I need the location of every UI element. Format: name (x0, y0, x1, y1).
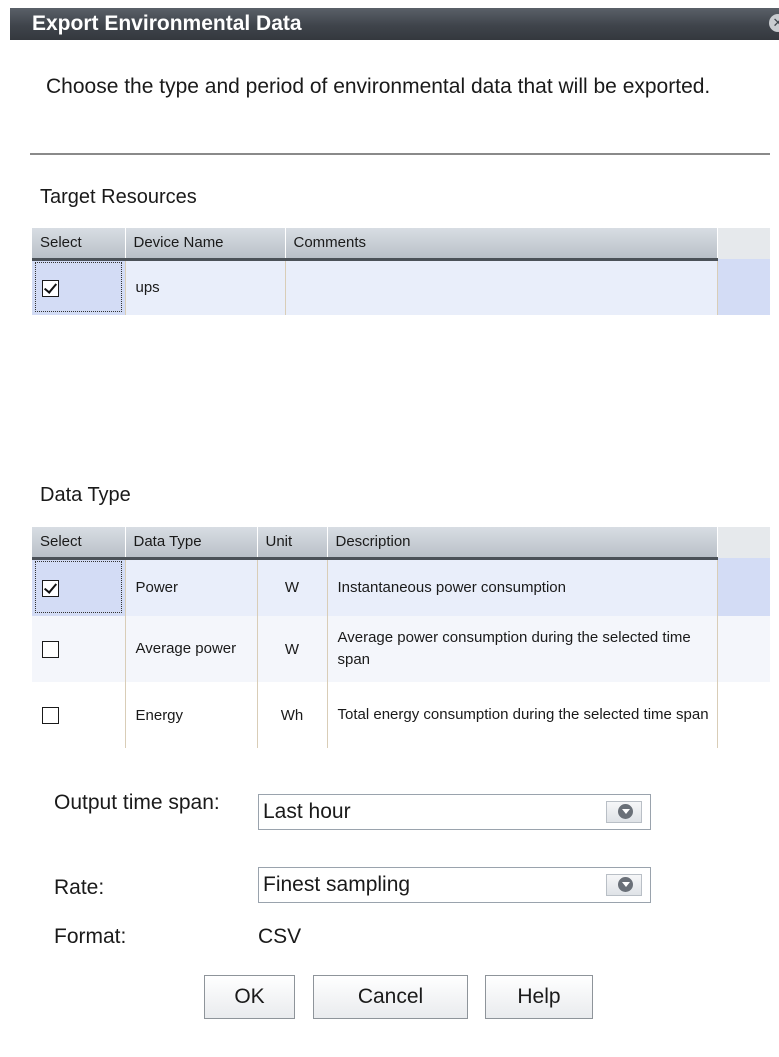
select-cell[interactable] (32, 558, 126, 616)
checkbox-average-power[interactable] (42, 640, 59, 658)
unit-cell: W (257, 616, 328, 682)
data-type-cell: Energy (125, 682, 258, 748)
header-spacer (717, 228, 770, 259)
close-icon[interactable]: ✕ (769, 14, 779, 32)
unit-cell: W (257, 558, 328, 616)
checkbox-ups[interactable] (42, 279, 59, 297)
rate-dropdown-button[interactable] (606, 874, 642, 896)
select-cell[interactable] (32, 616, 126, 682)
format-value: CSV (258, 925, 302, 948)
column-header-comments[interactable]: Comments (285, 228, 718, 261)
description-cell: Total energy consumption during the sele… (327, 682, 718, 748)
table-row[interactable]: Energy Wh Total energy consumption durin… (32, 682, 770, 748)
column-header-data-type[interactable]: Data Type (125, 527, 258, 560)
description-cell: Average power consumption during the sel… (327, 616, 718, 682)
time-span-dropdown-button[interactable] (606, 801, 642, 823)
time-span-value: Last hour (263, 800, 351, 823)
ok-button[interactable]: OK (204, 975, 295, 1019)
table-header-row: Select Device Name Comments (32, 228, 770, 261)
data-type-table: Select Data Type Unit Description Power … (32, 527, 770, 748)
description-cell: Instantaneous power consumption (327, 558, 718, 616)
column-header-device-name[interactable]: Device Name (125, 228, 286, 261)
target-resources-title: Target Resources (40, 186, 197, 208)
rate-select[interactable]: Finest sampling (258, 867, 651, 903)
time-span-select[interactable]: Last hour (258, 794, 651, 830)
rate-label: Rate: (54, 876, 105, 899)
table-row[interactable]: ups (32, 259, 770, 315)
unit-cell: Wh (257, 682, 328, 748)
column-header-select[interactable]: Select (32, 527, 126, 560)
divider (30, 153, 770, 155)
checkbox-energy[interactable] (42, 706, 59, 724)
row-spacer (717, 259, 770, 315)
row-spacer (717, 682, 770, 748)
table-header-row: Select Data Type Unit Description (32, 527, 770, 560)
dialog-title: Export Environmental Data (32, 12, 302, 35)
column-header-unit[interactable]: Unit (257, 527, 328, 560)
rate-value: Finest sampling (263, 873, 411, 896)
format-label: Format: (54, 925, 127, 948)
comments-cell (285, 259, 718, 315)
column-header-description[interactable]: Description (327, 527, 718, 560)
row-spacer (717, 558, 770, 616)
data-type-cell: Power (125, 558, 258, 616)
select-cell[interactable] (32, 259, 126, 315)
row-spacer (717, 616, 770, 682)
column-header-select[interactable]: Select (32, 228, 126, 261)
dialog-title-bar: Export Environmental Data ✕ (10, 8, 779, 40)
device-name-cell: ups (125, 259, 286, 315)
chevron-down-icon (618, 877, 633, 892)
dialog-intro-text: Choose the type and period of environmen… (46, 75, 711, 98)
time-span-label: Output time span: (54, 791, 220, 814)
cancel-button[interactable]: Cancel (313, 975, 468, 1019)
select-cell[interactable] (32, 682, 126, 748)
table-row[interactable]: Average power W Average power consumptio… (32, 616, 770, 682)
target-resources-table: Select Device Name Comments ups (32, 228, 770, 315)
header-spacer (717, 527, 770, 558)
checkbox-power[interactable] (42, 579, 59, 597)
chevron-down-icon (618, 804, 633, 819)
help-button[interactable]: Help (485, 975, 593, 1019)
table-row[interactable]: Power W Instantaneous power consumption (32, 558, 770, 616)
data-type-title: Data Type (40, 484, 131, 506)
data-type-cell: Average power (125, 616, 258, 682)
